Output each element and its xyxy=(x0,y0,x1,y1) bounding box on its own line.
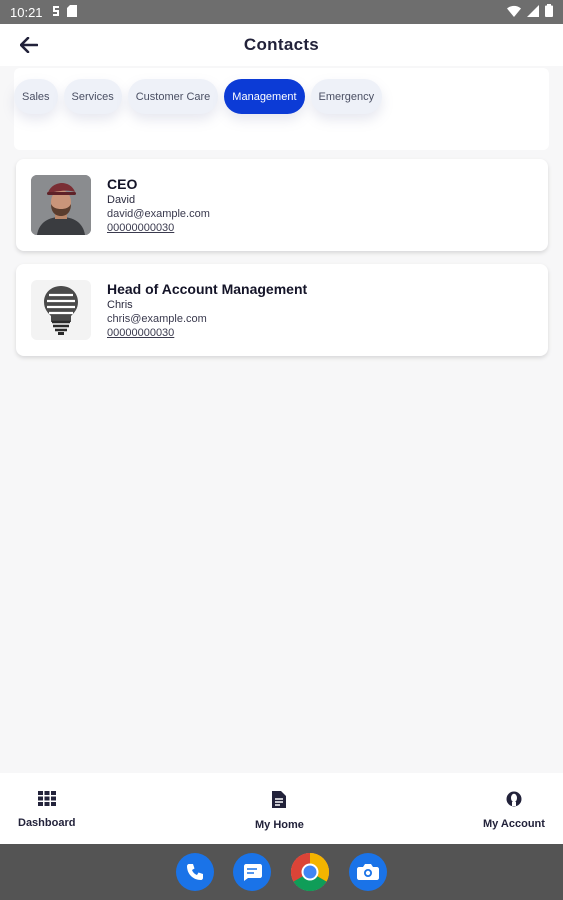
contact-card[interactable]: Head of Account Management Chris chris@e… xyxy=(16,264,548,356)
category-tabs: Sales Services Customer Care Management … xyxy=(14,79,383,114)
nav-dashboard[interactable]: Dashboard xyxy=(18,791,75,829)
nav-label: My Account xyxy=(483,818,545,830)
contact-email[interactable]: david@example.com xyxy=(107,207,210,221)
document-icon xyxy=(272,791,287,813)
wifi-icon xyxy=(507,5,521,20)
nav-label: Dashboard xyxy=(18,817,76,829)
status-bar: 10:21 xyxy=(0,0,563,24)
tab-customer-care[interactable]: Customer Care xyxy=(127,79,219,114)
category-tabs-panel: Sales Services Customer Care Management … xyxy=(14,68,549,150)
back-arrow-icon[interactable] xyxy=(16,32,42,58)
messages-app-icon[interactable] xyxy=(233,853,271,891)
bottom-navigation: Dashboard My Home My Account xyxy=(0,773,563,844)
sd-card-icon xyxy=(66,4,77,20)
sim-notification-icon xyxy=(51,5,61,20)
contact-email[interactable]: chris@example.com xyxy=(107,312,307,326)
tab-sales[interactable]: Sales xyxy=(14,79,58,114)
contact-name: David xyxy=(107,194,136,206)
signal-icon xyxy=(527,4,539,20)
system-dock-bar xyxy=(0,844,563,900)
tab-emergency[interactable]: Emergency xyxy=(310,79,383,114)
phone-app-icon[interactable] xyxy=(176,853,214,891)
grid-icon xyxy=(37,791,56,811)
contact-role: Head of Account Management xyxy=(107,281,308,297)
tab-management[interactable]: Management xyxy=(224,79,305,114)
nav-my-home[interactable]: My Home xyxy=(255,791,304,831)
avatar xyxy=(31,175,91,235)
contact-phone[interactable]: 00000000030 xyxy=(107,221,210,235)
page-title: Contacts xyxy=(243,35,320,54)
chrome-app-icon[interactable] xyxy=(291,853,329,891)
contact-role: CEO xyxy=(107,176,138,192)
contact-card[interactable]: CEO David david@example.com 00000000030 xyxy=(16,159,548,251)
contact-name: Chris xyxy=(107,299,133,311)
contact-info: CEO David david@example.com 00000000030 xyxy=(107,175,210,235)
camera-app-icon[interactable] xyxy=(349,853,387,891)
tab-services[interactable]: Services xyxy=(63,79,122,114)
nav-label: My Home xyxy=(255,819,304,831)
status-time: 10:21 xyxy=(10,4,43,20)
app-bar: Contacts xyxy=(0,24,563,66)
contact-info: Head of Account Management Chris chris@e… xyxy=(107,280,307,340)
battery-icon xyxy=(545,4,553,20)
avatar xyxy=(31,280,91,340)
person-icon xyxy=(506,791,522,812)
contact-phone[interactable]: 00000000030 xyxy=(107,326,307,340)
nav-my-account[interactable]: My Account xyxy=(483,791,545,830)
